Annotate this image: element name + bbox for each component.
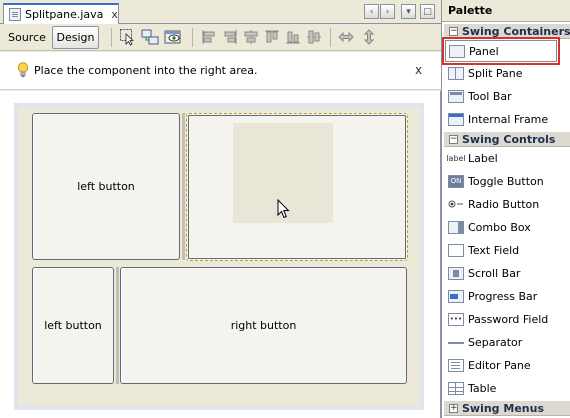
- file-tab-label: Splitpane.java: [25, 8, 104, 21]
- bottom-split-pane[interactable]: left button right button: [28, 263, 409, 404]
- editor-tab-bar: Splitpane.java x ‹ › ▾ □: [0, 0, 441, 24]
- expand-icon[interactable]: +: [449, 403, 458, 413]
- palette-item-label: Editor Pane: [468, 358, 531, 372]
- palette-item-label: Scroll Bar: [468, 266, 521, 280]
- collapse-icon[interactable]: −: [449, 134, 458, 144]
- design-toolbar: Source Design: [0, 24, 441, 51]
- table-icon: [448, 381, 464, 395]
- java-file-icon: [9, 8, 21, 21]
- align-left-icon[interactable]: [200, 28, 218, 46]
- separator-icon: [448, 336, 464, 349]
- form-container[interactable]: left button left button right button: [18, 107, 420, 406]
- text-field-icon: [448, 243, 464, 257]
- connection-mode-icon[interactable]: [141, 28, 159, 46]
- toolbar-separator: [192, 28, 193, 47]
- tool-bar-icon: [448, 89, 464, 103]
- preview-design-icon[interactable]: [164, 28, 182, 46]
- dropdown-icon[interactable]: ▾: [401, 4, 416, 19]
- editor-pane-icon: [448, 358, 464, 372]
- category-swing-controls[interactable]: − Swing Controls: [444, 131, 570, 147]
- palette-item-panel[interactable]: Panel: [442, 37, 560, 65]
- toolbar-separator: [330, 28, 331, 47]
- palette-panel: Palette − Swing Containers Panel Split P…: [441, 0, 570, 418]
- split-pane-icon: [448, 66, 464, 80]
- palette-item-password-field[interactable]: ••• Password Field: [445, 308, 570, 330]
- progress-bar-icon: [448, 289, 464, 303]
- palette-item-split-pane[interactable]: Split Pane: [445, 62, 570, 84]
- palette-item-combo-box[interactable]: Combo Box: [445, 216, 570, 238]
- selection-mode-icon[interactable]: [119, 28, 137, 46]
- palette-item-label: Internal Frame: [468, 112, 549, 126]
- panel-icon: [449, 44, 465, 58]
- category-swing-containers[interactable]: − Swing Containers: [444, 23, 570, 39]
- palette-item-scroll-bar[interactable]: Scroll Bar: [445, 262, 570, 284]
- design-canvas[interactable]: left button left button right button: [0, 91, 441, 418]
- maximize-icon[interactable]: □: [420, 4, 435, 19]
- source-button[interactable]: Source: [5, 27, 49, 48]
- palette-item-label-control[interactable]: label Label: [445, 147, 570, 169]
- palette-item-label: Panel: [469, 44, 499, 58]
- editor-area: Splitpane.java x ‹ › ▾ □ Source Design P…: [0, 0, 441, 418]
- palette-item-table[interactable]: Table: [445, 377, 570, 399]
- file-tab[interactable]: Splitpane.java x: [3, 3, 119, 24]
- palette-item-text-field[interactable]: Text Field: [445, 239, 570, 261]
- palette-item-label: Toggle Button: [468, 174, 544, 188]
- design-button[interactable]: Design: [52, 26, 99, 49]
- palette-item-label: Password Field: [468, 312, 549, 326]
- top-left-button[interactable]: left button: [32, 113, 180, 260]
- scroll-left-icon[interactable]: ‹: [364, 4, 379, 19]
- category-label: Swing Containers: [462, 24, 570, 38]
- split-divider[interactable]: [182, 113, 185, 260]
- palette-item-tool-bar[interactable]: Tool Bar: [445, 85, 570, 107]
- collapse-icon[interactable]: −: [449, 26, 458, 36]
- category-label: Swing Controls: [462, 132, 556, 146]
- palette-item-label: Table: [468, 381, 497, 395]
- center-horizontally-icon[interactable]: [242, 28, 260, 46]
- top-split-pane[interactable]: left button: [28, 109, 409, 261]
- category-swing-menus[interactable]: + Swing Menus: [444, 400, 570, 416]
- palette-item-label: Radio Button: [468, 197, 540, 211]
- toolbar-separator: [111, 28, 112, 47]
- palette-item-separator[interactable]: Separator: [445, 331, 570, 353]
- bottom-left-button[interactable]: left button: [32, 267, 114, 384]
- palette-item-progress-bar[interactable]: Progress Bar: [445, 285, 570, 307]
- radio-button-icon: [448, 198, 464, 211]
- split-divider[interactable]: [116, 267, 119, 384]
- label-icon: label: [446, 153, 466, 163]
- palette-item-label: Tool Bar: [468, 89, 512, 103]
- close-tab-icon[interactable]: x: [111, 9, 118, 20]
- align-right-icon[interactable]: [221, 28, 239, 46]
- mouse-cursor-icon: [277, 199, 290, 219]
- hint-bar: Place the component into the right area.…: [0, 52, 441, 90]
- align-top-icon[interactable]: [263, 28, 281, 46]
- center-vertically-icon[interactable]: [305, 28, 323, 46]
- palette-item-label: Text Field: [468, 243, 520, 257]
- password-field-icon: •••: [448, 312, 464, 326]
- resize-horizontal-icon[interactable]: [337, 28, 355, 46]
- form-border: left button left button right button: [14, 103, 424, 410]
- palette-title: Palette: [442, 0, 570, 22]
- hint-message: Place the component into the right area.: [34, 64, 258, 77]
- combo-box-icon: [448, 220, 464, 234]
- category-label: Swing Menus: [462, 401, 545, 415]
- palette-item-toggle-button[interactable]: ON Toggle Button: [445, 170, 570, 192]
- toggle-button-icon: ON: [448, 174, 464, 188]
- scroll-right-icon[interactable]: ›: [380, 4, 395, 19]
- palette-item-radio-button[interactable]: Radio Button: [445, 193, 570, 215]
- resize-vertical-icon[interactable]: [360, 28, 378, 46]
- palette-item-label: Progress Bar: [468, 289, 538, 303]
- palette-item-label: Combo Box: [468, 220, 531, 234]
- lightbulb-icon: [17, 62, 29, 78]
- align-bottom-icon[interactable]: [284, 28, 302, 46]
- palette-item-label: Separator: [468, 335, 523, 349]
- palette-item-label: Split Pane: [468, 66, 523, 80]
- close-hint-icon[interactable]: x: [415, 63, 422, 77]
- palette-item-editor-pane[interactable]: Editor Pane: [445, 354, 570, 376]
- internal-frame-icon: [448, 112, 464, 126]
- palette-item-label: Label: [468, 151, 498, 165]
- palette-item-internal-frame[interactable]: Internal Frame: [445, 108, 570, 130]
- bottom-right-button[interactable]: right button: [120, 267, 407, 384]
- scroll-bar-icon: [448, 266, 464, 280]
